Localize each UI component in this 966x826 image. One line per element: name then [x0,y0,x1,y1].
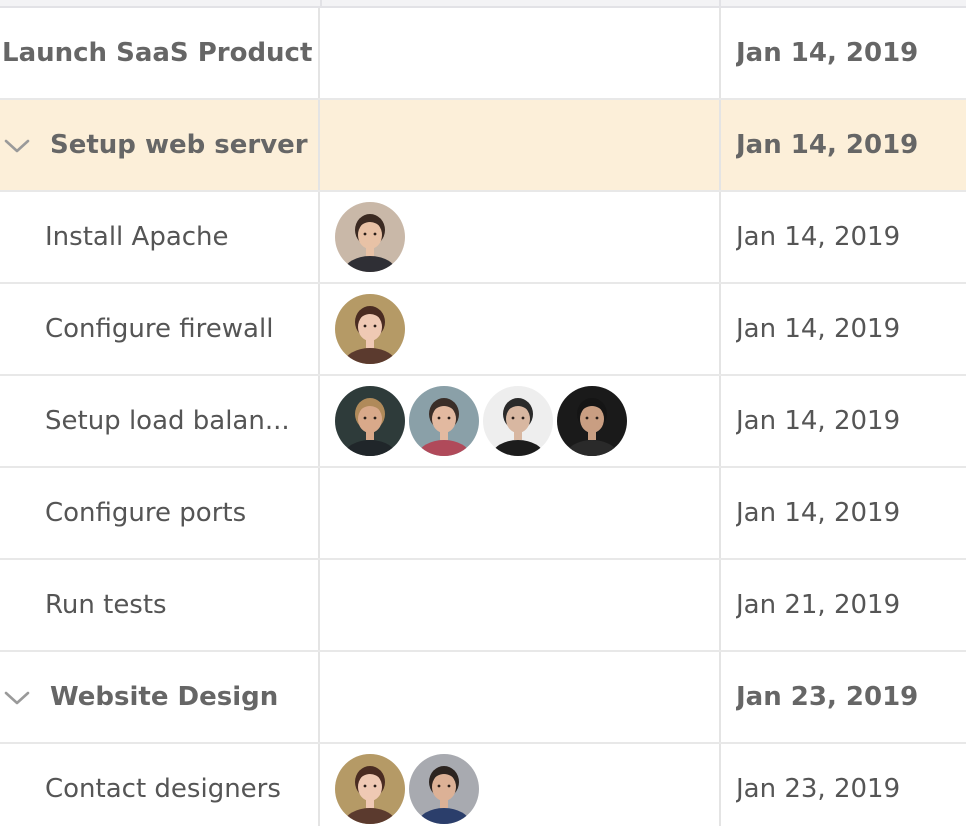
avatar[interactable] [409,754,479,824]
start-date: Jan 23, 2019 [736,774,901,804]
avatar[interactable] [409,386,479,456]
assigned-resources-cell[interactable] [320,376,721,466]
assigned-resources-cell[interactable] [320,8,721,98]
task-name-cell[interactable]: Install Apache [0,192,320,282]
avatar-group [335,202,409,272]
task-name-cell[interactable]: Setup load balan... [0,376,320,466]
task-name: Setup load balan... [45,406,290,436]
start-date-cell[interactable]: Jan 14, 2019 [721,100,966,190]
avatar-group [335,294,409,364]
task-row-task[interactable]: Contact designers Jan 23, 2019 [0,744,966,826]
avatar[interactable] [483,386,553,456]
avatar[interactable] [335,202,405,272]
task-row-task[interactable]: Configure ports Jan 14, 2019 [0,468,966,560]
task-row-task[interactable]: Setup load balan... Jan 14, 2019 [0,376,966,468]
start-date-cell[interactable]: Jan 14, 2019 [721,284,966,374]
start-date-cell[interactable]: Jan 23, 2019 [721,652,966,742]
chevron-down-icon[interactable] [0,652,44,742]
task-row-group[interactable]: Setup web server Jan 14, 2019 [0,100,966,192]
task-rows: Launch SaaS Product Jan 14, 2019 Setup web… [0,8,966,826]
start-date: Jan 14, 2019 [736,222,901,252]
start-date: Jan 14, 2019 [736,314,901,344]
task-name: Setup web server [50,130,308,160]
start-date: Jan 14, 2019 [736,130,919,160]
assigned-resources-cell[interactable] [320,652,721,742]
start-date: Jan 14, 2019 [736,38,919,68]
assigned-resources-cell[interactable] [320,468,721,558]
start-date-cell[interactable]: Jan 23, 2019 [721,744,966,826]
avatar-group [335,386,631,456]
task-name-cell[interactable]: Contact designers [0,744,320,826]
start-date: Jan 14, 2019 [736,406,901,436]
task-name: Contact designers [45,774,281,804]
avatar[interactable] [557,386,627,456]
avatar[interactable] [335,754,405,824]
task-row-task[interactable]: Configure firewall Jan 14, 2019 [0,284,966,376]
avatar[interactable] [335,294,405,364]
task-row-task[interactable]: Install Apache Jan 14, 2019 [0,192,966,284]
task-row-task[interactable]: Run tests Jan 21, 2019 [0,560,966,652]
assigned-resources-cell[interactable] [320,284,721,374]
task-name: Configure firewall [45,314,274,344]
start-date-cell[interactable]: Jan 21, 2019 [721,560,966,650]
task-name: Launch SaaS Product [2,38,313,68]
start-date: Jan 21, 2019 [736,590,901,620]
start-date: Jan 14, 2019 [736,498,901,528]
assigned-resources-cell[interactable] [320,744,721,826]
gantt-task-grid: Launch SaaS Product Jan 14, 2019 Setup web… [0,0,966,826]
start-date-cell[interactable]: Jan 14, 2019 [721,376,966,466]
task-name-cell[interactable]: Run tests [0,560,320,650]
avatar[interactable] [335,386,405,456]
task-name-cell[interactable]: Configure ports [0,468,320,558]
task-row-project[interactable]: Launch SaaS Product Jan 14, 2019 [0,8,966,100]
task-name-cell[interactable]: Launch SaaS Product [0,8,320,98]
task-row-group[interactable]: Website Design Jan 23, 2019 [0,652,966,744]
header-edge [0,0,966,8]
task-name: Run tests [45,590,167,620]
start-date-cell[interactable]: Jan 14, 2019 [721,468,966,558]
task-name: Configure ports [45,498,247,528]
assigned-resources-cell[interactable] [320,560,721,650]
assigned-resources-cell[interactable] [320,192,721,282]
start-date-cell[interactable]: Jan 14, 2019 [721,8,966,98]
chevron-down-icon[interactable] [0,100,44,190]
avatar-group [335,754,483,824]
assigned-resources-cell[interactable] [320,100,721,190]
start-date: Jan 23, 2019 [736,682,919,712]
task-name-cell[interactable]: Website Design [0,652,320,742]
task-name: Website Design [50,682,279,712]
start-date-cell[interactable]: Jan 14, 2019 [721,192,966,282]
task-name: Install Apache [45,222,229,252]
task-name-cell[interactable]: Setup web server [0,100,320,190]
task-name-cell[interactable]: Configure firewall [0,284,320,374]
